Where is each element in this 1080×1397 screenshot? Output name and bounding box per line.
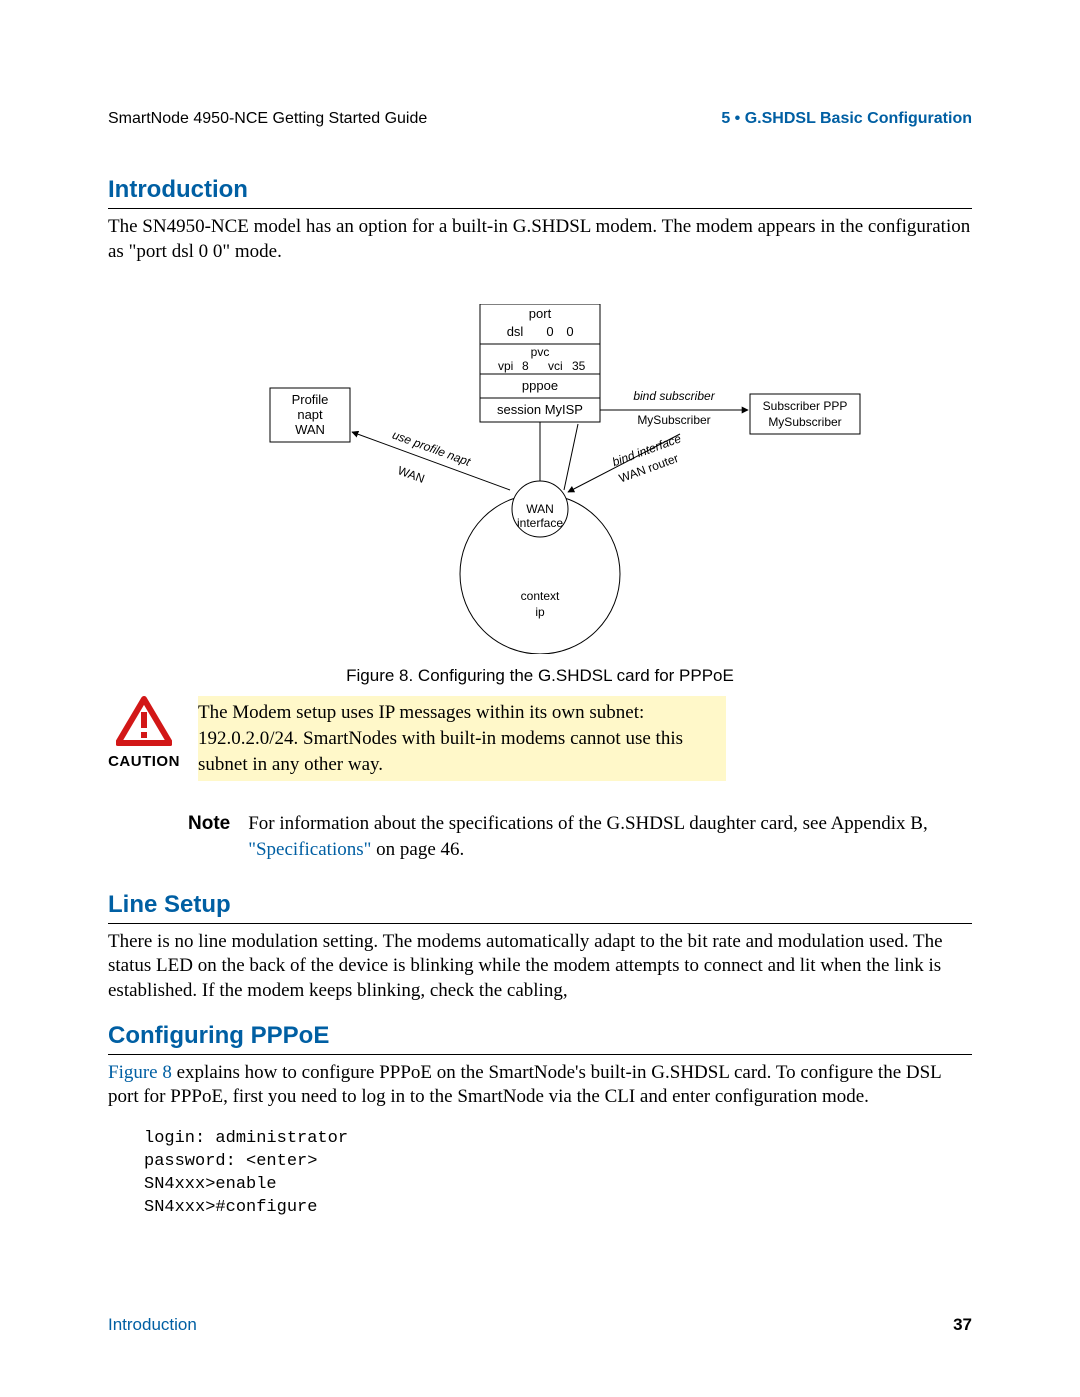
svg-text:port: port [529,306,552,321]
svg-text:pvc: pvc [531,345,550,359]
header-left: SmartNode 4950-NCE Getting Started Guide [108,110,427,128]
svg-text:8: 8 [522,359,529,373]
specifications-link[interactable]: "Specifications" [248,839,371,860]
caution-icon [116,696,172,746]
intro-paragraph: The SN4950-NCE model has an option for a… [108,215,972,264]
svg-text:Subscriber PPP: Subscriber PPP [763,399,848,413]
footer-left: Introduction [108,1315,197,1335]
svg-text:MySubscriber: MySubscriber [637,413,710,427]
figure-caption: Figure 8. Configuring the G.SHDSL card f… [108,666,972,686]
svg-text:0: 0 [566,324,573,339]
svg-text:bind subscriber: bind subscriber [633,389,715,403]
page: SmartNode 4950-NCE Getting Started Guide… [0,0,1080,1397]
caution-text: The Modem setup uses IP messages within … [198,696,726,781]
svg-text:35: 35 [572,359,586,373]
note-label: Note [188,811,230,862]
figure-8: port dsl 0 0 pvc vpi 8 vci 35 pppoe sess… [108,304,972,686]
code-block: login: administrator password: <enter> S… [144,1128,972,1220]
svg-text:dsl: dsl [507,324,524,339]
svg-text:pppoe: pppoe [522,378,558,393]
line-setup-paragraph: There is no line modulation setting. The… [108,930,972,1004]
svg-text:vci: vci [548,359,563,373]
svg-text:MySubscriber: MySubscriber [768,415,841,429]
note-text: For information about the specifications… [248,811,972,862]
note-block: Note For information about the specifica… [188,811,972,862]
heading-line-setup: Line Setup [108,891,972,924]
page-footer: Introduction 37 [108,1315,972,1335]
caution-label: CAUTION [108,753,180,770]
page-number: 37 [953,1315,972,1335]
heading-configuring-pppoe: Configuring PPPoE [108,1022,972,1055]
svg-text:0: 0 [546,324,553,339]
svg-text:Profile: Profile [292,392,329,407]
svg-text:ip: ip [535,605,545,619]
caution-block: CAUTION The Modem setup uses IP messages… [108,696,972,781]
svg-text:WAN: WAN [526,502,554,516]
svg-text:napt: napt [297,407,323,422]
figure-8-link[interactable]: Figure 8 [108,1062,172,1083]
heading-introduction: Introduction [108,176,972,209]
svg-text:use profile napt: use profile napt [390,428,473,469]
page-header: SmartNode 4950-NCE Getting Started Guide… [108,110,972,128]
svg-text:session MyISP: session MyISP [497,402,583,417]
svg-text:vpi: vpi [498,359,513,373]
caution-icon-column: CAUTION [108,696,180,770]
pppoe-paragraph: Figure 8 explains how to configure PPPoE… [108,1061,972,1110]
svg-text:interface: interface [517,516,563,530]
svg-text:WAN: WAN [396,464,427,487]
svg-text:context: context [521,589,560,603]
svg-text:WAN: WAN [295,422,325,437]
header-right: 5 • G.SHDSL Basic Configuration [721,110,972,128]
